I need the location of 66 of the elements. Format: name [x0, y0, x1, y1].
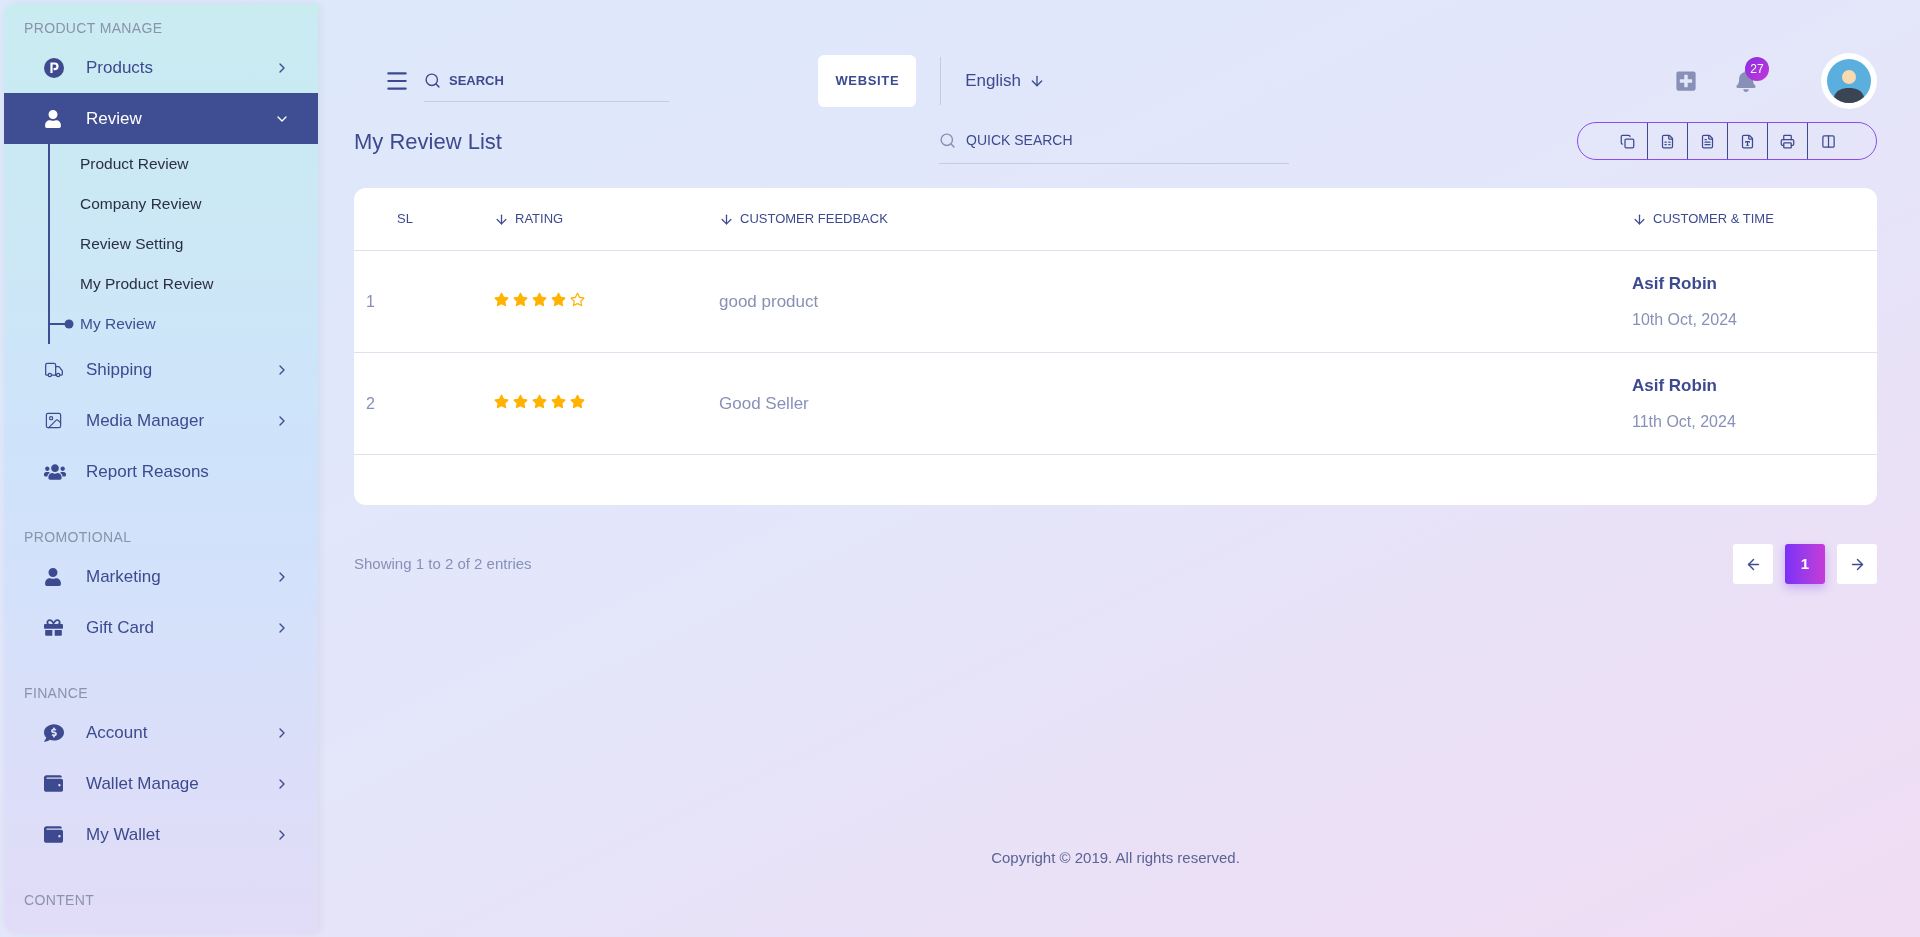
user-icon — [44, 109, 62, 128]
filled-star-icon — [532, 291, 547, 307]
user-icon — [44, 567, 62, 586]
sidebar-item[interactable]: Shipping — [4, 344, 318, 395]
filled-star-icon — [551, 291, 566, 307]
notification-badge: 27 — [1745, 57, 1769, 81]
column-header[interactable]: CUSTOMER & TIME — [1632, 209, 1877, 229]
sidebar-item[interactable]: Wallet Manage — [4, 758, 318, 809]
submenu-item[interactable]: Review Setting — [80, 232, 184, 256]
entries-info: Showing 1 to 2 of 2 entries — [354, 553, 533, 574]
letter-p-circle-icon — [44, 57, 64, 78]
review-date: 11th Oct, 2024 — [1632, 412, 1737, 433]
search-icon — [939, 132, 956, 149]
dollar-chat-icon — [44, 722, 64, 743]
table-cell-text: Good Seller — [719, 392, 810, 415]
section-heading: FINANCE — [23, 685, 89, 701]
quick-search-field[interactable]: QUICK SEARCH — [966, 130, 1266, 151]
gift-icon — [44, 618, 63, 637]
submenu-item[interactable]: My Product Review — [80, 272, 214, 296]
page-button[interactable]: 1 — [1785, 544, 1825, 584]
sidebar-item[interactable]: My Wallet — [4, 809, 318, 860]
image-icon — [44, 411, 63, 430]
page-title: My Review List — [354, 127, 503, 156]
copyright-text: Copyright © 2019. All rights reserved. — [991, 847, 1240, 868]
section-heading: PROMOTIONAL — [23, 529, 133, 545]
sidebar-item[interactable]: Media Manager — [4, 395, 318, 446]
filled-star-icon — [551, 393, 566, 409]
sidebar-item[interactable]: Account — [4, 707, 318, 758]
submenu-item[interactable]: My Review — [80, 312, 156, 336]
filled-star-icon — [513, 291, 528, 307]
review-date: 10th Oct, 2024 — [1632, 310, 1738, 331]
wallet-icon — [44, 825, 63, 844]
empty-star-icon — [570, 291, 585, 307]
avatar[interactable] — [1821, 53, 1877, 109]
column-header[interactable]: SL — [354, 209, 494, 229]
sidebar-item[interactable]: Products — [4, 42, 318, 93]
filled-star-icon — [532, 393, 547, 409]
table-cell-text: 1 — [365, 291, 376, 312]
filled-star-icon — [513, 393, 528, 409]
column-header[interactable]: RATING — [494, 209, 719, 229]
table-cell-text: good product — [719, 290, 820, 313]
customer-name: Asif Robin — [1632, 374, 1718, 397]
table-cell-text: 2 — [365, 393, 376, 414]
search-icon — [424, 72, 441, 89]
filled-star-icon — [494, 393, 509, 409]
section-heading: CONTENT — [23, 892, 96, 908]
person-silhouette-icon — [1827, 59, 1871, 103]
search-field[interactable]: SEARCH — [449, 70, 649, 91]
wallet-icon — [44, 774, 63, 793]
add-icon[interactable] — [1675, 70, 1697, 92]
sidebar-item[interactable]: Marketing — [4, 551, 318, 602]
submenu-item[interactable]: Product Review — [80, 152, 189, 176]
filled-star-icon — [570, 393, 585, 409]
sort-arrow-icon — [719, 211, 734, 227]
customer-name: Asif Robin — [1632, 272, 1718, 295]
sort-arrow-icon — [1632, 211, 1647, 227]
sort-arrow-icon — [494, 211, 509, 227]
column-header[interactable]: CUSTOMER FEEDBACK — [719, 209, 1632, 229]
submenu-item[interactable]: Company Review — [80, 192, 202, 216]
sidebar-item[interactable]: Gift Card — [4, 602, 318, 653]
language-dropdown[interactable]: English — [965, 68, 1045, 94]
section-heading: PRODUCT MANAGE — [23, 20, 164, 36]
sidebar-item[interactable]: Review — [4, 93, 318, 144]
website-button[interactable]: WEBSITE — [818, 55, 917, 107]
filled-star-icon — [494, 291, 509, 307]
sidebar-item[interactable]: Report Reasons — [4, 446, 318, 497]
